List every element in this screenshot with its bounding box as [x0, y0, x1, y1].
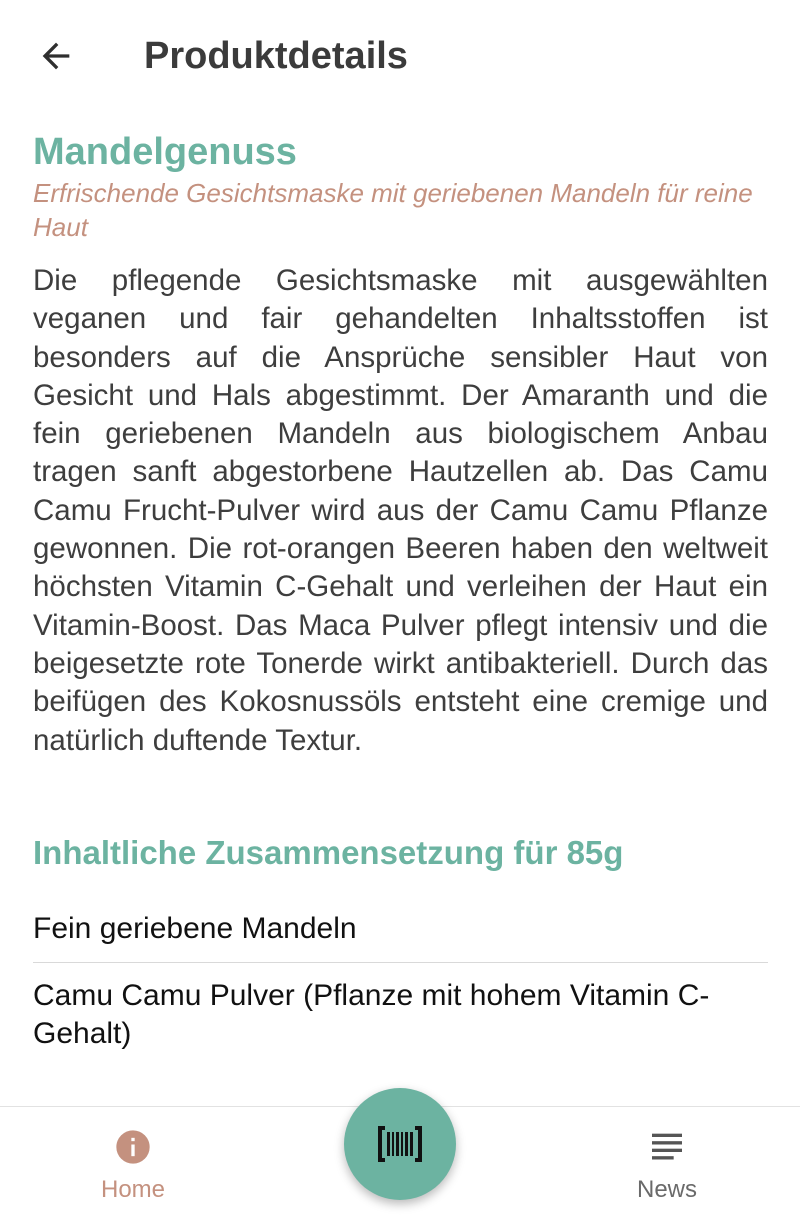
product-description: Die pflegende Gesichtsmaske mit ausgewäh…: [33, 264, 768, 757]
app-bar: Produktdetails: [0, 0, 800, 112]
barcode-scan-icon: [378, 1126, 422, 1162]
nav-news[interactable]: News: [567, 1127, 767, 1217]
app-screen: Produktdetails Mandelgenuss Erfrischende…: [0, 0, 800, 1220]
ingredient-item: Camu Camu Pulver (Pflanze mit hohem Vita…: [33, 978, 710, 1050]
ingredient-item: Fein geriebene Mandeln: [33, 896, 768, 963]
scan-button[interactable]: [344, 1088, 456, 1200]
back-button[interactable]: [24, 28, 88, 84]
nav-home-label: Home: [100, 1176, 166, 1203]
arrow-left-icon: [42, 42, 70, 70]
product-name: Mandelgenuss: [33, 131, 297, 173]
product-subtitle: Erfrischende Gesichtsmaske mit geriebene…: [33, 178, 753, 242]
info-circle-icon: [116, 1130, 150, 1164]
ingredient-list: Fein geriebene Mandeln Camu Camu Pulver …: [33, 896, 768, 1067]
nav-news-label: News: [636, 1176, 697, 1203]
product-details: Mandelgenuss Erfrischende Gesichtsmaske …: [33, 128, 768, 1067]
nav-home[interactable]: Home: [33, 1127, 233, 1217]
page-title: Produktdetails: [144, 35, 408, 77]
composition-title: Inhaltliche Zusammensetzung für 85g: [33, 833, 624, 871]
news-lines-icon: [652, 1133, 682, 1160]
